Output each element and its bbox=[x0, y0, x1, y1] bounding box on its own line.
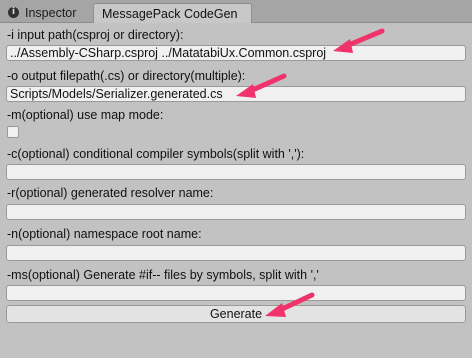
ms-symbols-field[interactable] bbox=[6, 285, 466, 301]
namespace-root-field[interactable] bbox=[6, 245, 466, 261]
info-icon: i bbox=[8, 7, 19, 18]
output-path-label: -o output filepath(.cs) or directory(mul… bbox=[7, 69, 246, 83]
tab-inspector[interactable]: i Inspector bbox=[0, 3, 92, 22]
input-path-label: -i input path(csproj or directory): bbox=[7, 28, 184, 42]
map-mode-checkbox[interactable] bbox=[7, 126, 19, 138]
tab-codegen-label: MessagePack CodeGen bbox=[102, 6, 238, 21]
namespace-root-label: -n(optional) namespace root name: bbox=[7, 227, 202, 241]
tab-inspector-label: Inspector bbox=[25, 5, 77, 20]
resolver-name-label: -r(optional) generated resolver name: bbox=[7, 186, 214, 200]
resolver-name-field[interactable] bbox=[6, 204, 466, 220]
annotation-arrow-icon bbox=[236, 73, 287, 98]
map-mode-label: -m(optional) use map mode: bbox=[7, 108, 164, 122]
generate-button[interactable]: Generate bbox=[6, 305, 466, 323]
tab-bar: i Inspector MessagePack CodeGen bbox=[0, 0, 472, 23]
annotation-arrow-icon bbox=[333, 28, 385, 53]
ms-symbols-label: -ms(optional) Generate #if-- files by sy… bbox=[7, 268, 319, 282]
annotation-arrow-icon bbox=[265, 292, 315, 317]
tab-messagepack-codegen[interactable]: MessagePack CodeGen bbox=[93, 3, 252, 23]
input-path-field[interactable]: ../Assembly-CSharp.csproj ../MatatabiUx.… bbox=[6, 45, 466, 61]
conditional-symbols-field[interactable] bbox=[6, 164, 466, 180]
conditional-symbols-label: -c(optional) conditional compiler symbol… bbox=[7, 147, 305, 161]
